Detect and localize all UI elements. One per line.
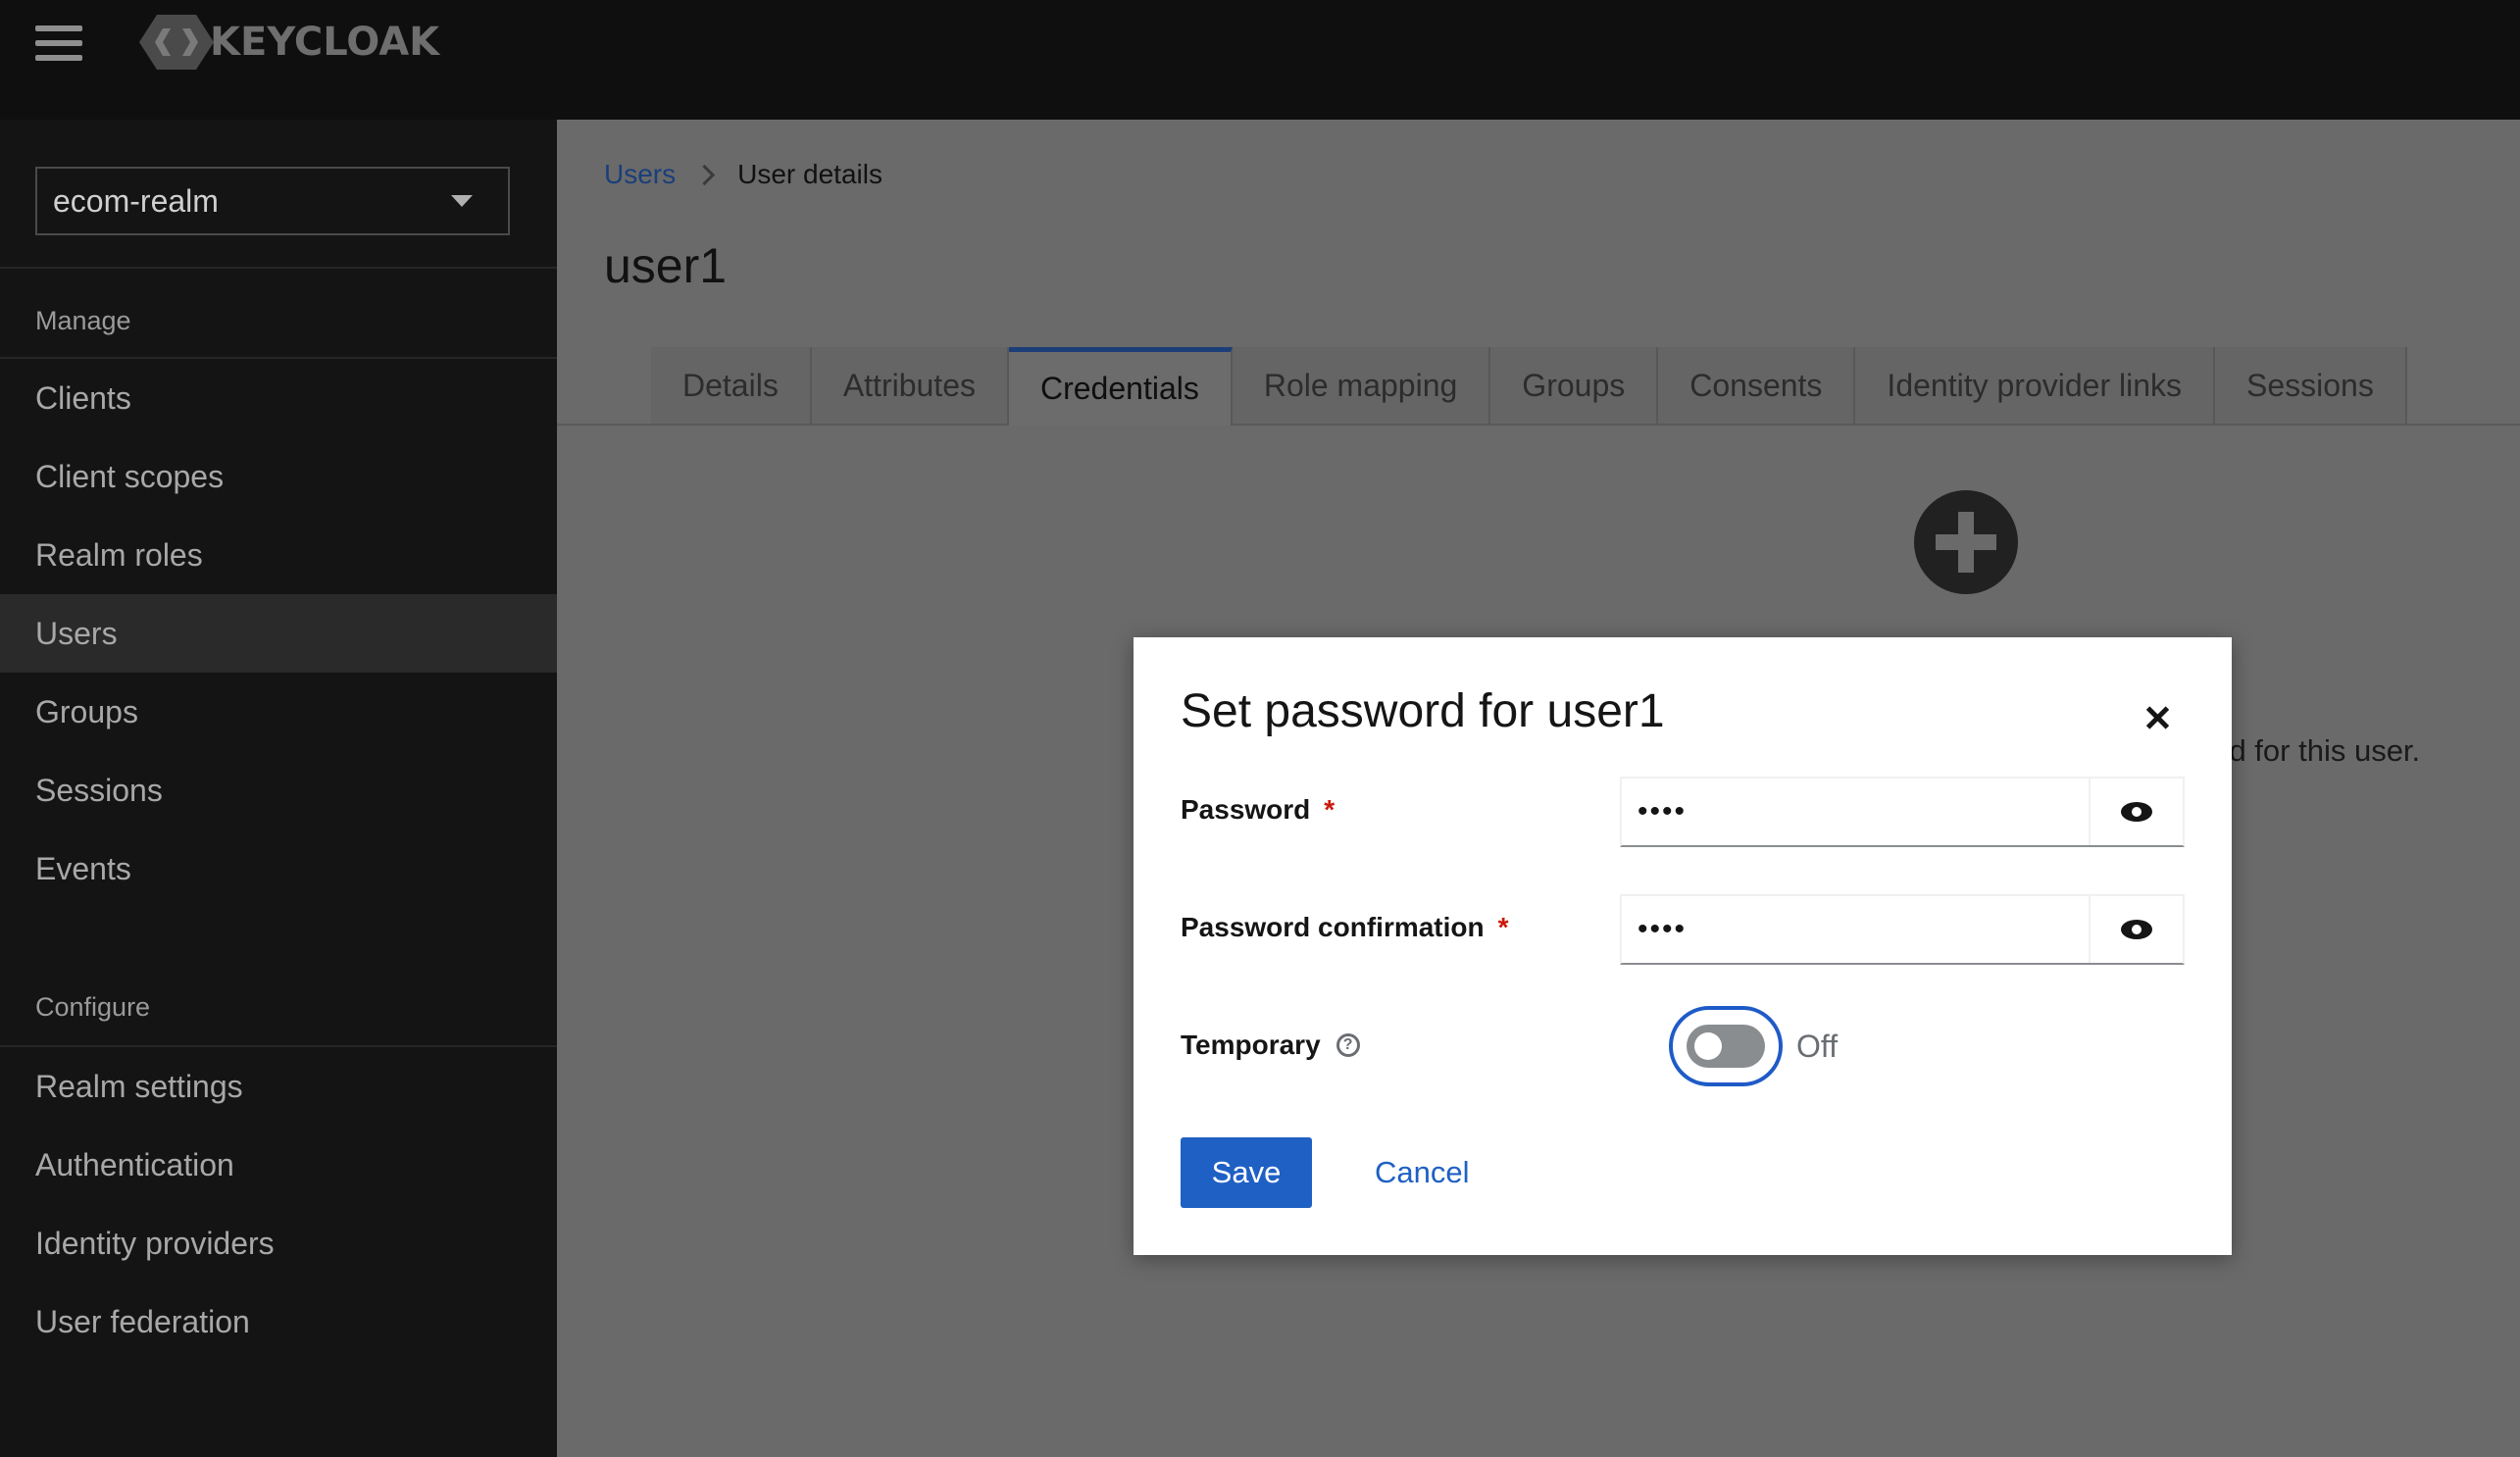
chevron-right-icon (694, 164, 716, 185)
sidebar-item-realm-roles[interactable]: Realm roles (0, 516, 557, 594)
hamburger-icon[interactable] (35, 25, 82, 65)
breadcrumb-current: User details (737, 159, 882, 189)
modal-title: Set password for user1 (1181, 685, 1665, 737)
sidebar-item-user-federation[interactable]: User federation (0, 1282, 557, 1361)
toggle-knob (1694, 1032, 1722, 1060)
password-label-text: Password (1181, 794, 1311, 825)
password-input[interactable] (1622, 779, 2089, 845)
tab-details[interactable]: Details (651, 347, 812, 424)
password-confirmation-label-text: Password confirmation (1181, 912, 1485, 942)
nav-section-configure: Configure (35, 992, 151, 1022)
toggle-track (1687, 1025, 1765, 1068)
tab-sessions[interactable]: Sessions (2215, 347, 2407, 424)
tab-role-mapping[interactable]: Role mapping (1232, 347, 1491, 424)
masthead: KEYCLOAK (0, 0, 2520, 120)
sidebar-item-label: Users (35, 615, 118, 651)
logo-text: KEYCLOAK (210, 20, 440, 65)
sidebar-item-events[interactable]: Events (0, 829, 557, 908)
required-indicator: * (1324, 794, 1336, 825)
nav-section-manage: Manage (35, 306, 131, 335)
cancel-button[interactable]: Cancel (1359, 1137, 1486, 1208)
sidebar-item-label: Authentication (35, 1146, 234, 1182)
sidebar-item-sessions[interactable]: Sessions (0, 751, 557, 829)
save-button[interactable]: Save (1181, 1137, 1312, 1208)
user-tabs: Details Attributes Credentials Role mapp… (651, 347, 2407, 426)
sidebar-item-identity-providers[interactable]: Identity providers (0, 1204, 557, 1282)
password-label: Password * (1181, 794, 1335, 826)
sidebar-item-label: Realm settings (35, 1068, 243, 1104)
tab-groups[interactable]: Groups (1490, 347, 1659, 424)
eye-icon (2121, 920, 2152, 939)
sidebar-item-label: Identity providers (35, 1225, 275, 1261)
temporary-label-text: Temporary (1181, 1030, 1321, 1060)
set-password-modal: Set password for user1 Password * Passwo… (1134, 637, 2232, 1255)
tab-credentials[interactable]: Credentials (1008, 347, 1233, 426)
close-icon[interactable] (2138, 698, 2177, 737)
sidebar-item-label: Sessions (35, 772, 163, 808)
temporary-toggle-state: Off (1796, 1028, 1839, 1064)
tab-consents[interactable]: Consents (1658, 347, 1856, 424)
sidebar-item-label: User federation (35, 1303, 250, 1339)
sidebar-item-label: Client scopes (35, 458, 225, 494)
sidebar-item-label: Realm roles (35, 536, 203, 573)
password-confirmation-label: Password confirmation * (1181, 912, 1509, 943)
divider (0, 267, 557, 269)
page-title: user1 (604, 238, 728, 293)
temporary-toggle-wrap: Off (1669, 1006, 1838, 1086)
sidebar-item-label: Groups (35, 693, 138, 729)
temporary-label: Temporary ? (1181, 1030, 1360, 1061)
eye-icon (2121, 802, 2152, 822)
keycloak-logo-icon (139, 15, 214, 70)
sidebar-item-groups[interactable]: Groups (0, 673, 557, 751)
breadcrumb-users-link[interactable]: Users (604, 159, 676, 190)
realm-selector-value: ecom-realm (53, 182, 219, 219)
show-password-button[interactable] (2089, 779, 2183, 845)
sidebar-item-authentication[interactable]: Authentication (0, 1126, 557, 1204)
tab-attributes[interactable]: Attributes (811, 347, 1009, 424)
sidebar-item-client-scopes[interactable]: Client scopes (0, 437, 557, 516)
sidebar-item-label: Clients (35, 379, 131, 416)
password-confirmation-field-group (1620, 894, 2185, 965)
help-circle-icon[interactable]: ? (1336, 1033, 1360, 1057)
password-field-group (1620, 777, 2185, 847)
realm-selector[interactable]: ecom-realm (35, 167, 510, 235)
sidebar-item-label: Events (35, 850, 131, 886)
plus-circle-icon[interactable] (1914, 490, 2018, 594)
temporary-toggle[interactable] (1669, 1006, 1783, 1086)
show-password-confirmation-button[interactable] (2089, 896, 2183, 963)
sidebar-item-users[interactable]: Users (0, 594, 557, 673)
password-confirmation-input[interactable] (1622, 896, 2089, 963)
sidebar-item-clients[interactable]: Clients (0, 359, 557, 437)
sidebar: ecom-realm Manage Clients Client scopes … (0, 120, 557, 1457)
caret-down-icon (451, 195, 473, 207)
breadcrumb: Users User details (604, 159, 882, 190)
required-indicator: * (1497, 912, 1509, 942)
tab-identity-provider-links[interactable]: Identity provider links (1855, 347, 2215, 424)
keycloak-logo[interactable]: KEYCLOAK (137, 8, 439, 76)
sidebar-item-realm-settings[interactable]: Realm settings (0, 1047, 557, 1126)
